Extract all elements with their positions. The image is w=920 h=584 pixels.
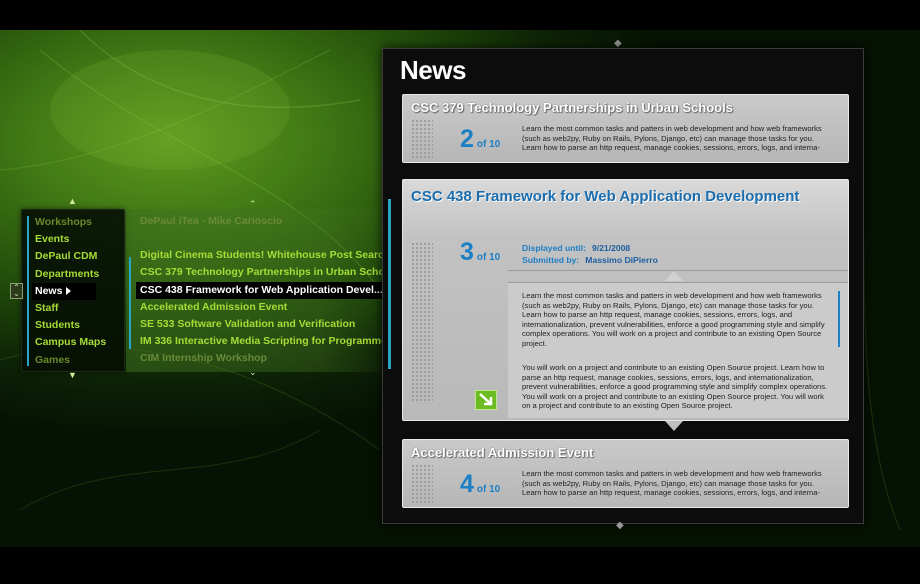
nav-item-label: News — [35, 284, 63, 297]
scroll-toggle-icon[interactable]: ⌃ ⌄ — [10, 283, 23, 299]
card-body[interactable]: Learn the most common tasks and patters … — [508, 282, 848, 418]
card-description: Learn the most common tasks and patters … — [522, 124, 822, 153]
caret-down-icon[interactable]: ▼ — [68, 371, 77, 380]
card-paragraph: You will work on a project and contribut… — [522, 363, 828, 411]
submitted-value: Massimo DiPierro — [585, 254, 658, 265]
dot-pattern — [411, 464, 433, 504]
nav-item-depaul-cdm[interactable]: DePaul CDM — [35, 248, 125, 265]
list-item-label: Digital Cinema Students! Whitehouse Post… — [140, 249, 386, 262]
chevron-right-icon — [66, 286, 72, 295]
nav-item-label: Departments — [35, 267, 100, 280]
list-item[interactable]: IM 336 Interactive Media Scripting for P… — [140, 333, 386, 350]
nav-item-campus-maps[interactable]: Campus Maps — [35, 334, 125, 351]
card-counter: 2 of 10 — [460, 125, 500, 154]
card-paragraph: Learn the most common tasks and patters … — [522, 291, 825, 348]
nav-item-departments[interactable]: Departments — [35, 266, 125, 283]
list-item[interactable]: CIM Internship Workshop — [140, 350, 386, 367]
list-item-label: CSC 379 Technology Partnerships in Urban… — [140, 266, 386, 279]
nav-item-label: Events — [35, 233, 70, 246]
nav-item-staff[interactable]: Staff — [35, 300, 125, 317]
caret-up-icon[interactable]: ▲ — [68, 197, 77, 206]
list-item-label: DePaul iTea - Mike Carioscio — [140, 215, 283, 227]
pointer-down-icon — [665, 421, 683, 431]
card-index: 2 — [460, 125, 474, 153]
pointer-up-icon — [665, 271, 683, 281]
main-navigation: Workshops Events DePaul CDM Departments … — [21, 209, 125, 372]
card-title: CSC 379 Technology Partnerships in Urban… — [411, 100, 733, 115]
list-item-label: CSC 438 Framework for Web Application De… — [140, 283, 382, 296]
letterbox-bottom — [0, 547, 920, 584]
nav-item-workshops[interactable]: Workshops — [35, 214, 125, 231]
caret-down-icon[interactable]: ◆ — [616, 520, 624, 531]
card-index: 4 — [460, 470, 474, 498]
scrollbar[interactable] — [838, 291, 840, 347]
displayed-value: 9/21/2008 — [591, 243, 631, 253]
news-card[interactable]: Accelerated Admission Event 4 of 10 Learn… — [402, 439, 849, 508]
news-list-panel: DePaul iTea - Mike Carioscio Digital Cin… — [126, 209, 386, 372]
caret-up-icon[interactable]: ⌃ — [249, 200, 257, 209]
list-item-label: IM 336 Interactive Media Scripting for P… — [140, 335, 386, 348]
nav-item-label: Campus Maps — [35, 336, 107, 349]
dot-pattern — [411, 242, 433, 402]
card-of-label: of 10 — [476, 252, 501, 263]
list-item[interactable]: DePaul iTea - Mike Carioscio — [140, 213, 386, 230]
nav-item-games[interactable]: Games — [35, 352, 125, 369]
list-item[interactable]: SE 533 Software Validation and Verificat… — [140, 316, 386, 333]
news-card[interactable]: CSC 379 Technology Partnerships in Urban… — [402, 94, 849, 163]
submitted-label: Submitted by: — [522, 254, 580, 265]
caret-up-icon[interactable]: ◆ — [614, 38, 628, 49]
nav-item-label: Staff — [35, 301, 59, 314]
list-scroll-indicator — [129, 257, 131, 349]
news-card-expanded[interactable]: CSC 438 Framework for Web Application De… — [402, 179, 849, 421]
list-item-selected[interactable]: CSC 438 Framework for Web Application De… — [136, 281, 382, 299]
nav-item-label: Workshops — [35, 216, 92, 228]
letterbox-top — [0, 0, 920, 30]
card-counter: 3 of 10 — [460, 238, 500, 267]
arrow-expand-icon[interactable] — [475, 390, 497, 410]
nav-item-label: Games — [35, 353, 71, 366]
list-item-label: Accelerated Admission Event — [140, 300, 288, 313]
caret-down-icon[interactable]: ⌄ — [249, 368, 257, 377]
card-meta: Displayed until: 9/21/2008 Submitted by: M… — [522, 243, 658, 266]
list-item[interactable]: CSC 379 Technology Partnerships in Urban… — [140, 264, 386, 281]
card-counter: 4 of 10 — [460, 470, 500, 499]
page-title: News — [400, 55, 466, 85]
nav-scroll-indicator — [27, 216, 29, 366]
nav-item-news[interactable]: News — [32, 282, 96, 300]
displayed-label: Displayed until: — [522, 243, 586, 253]
list-item-label: SE 533 Software Validation and Verificat… — [140, 317, 356, 330]
nav-item-label: DePaul CDM — [35, 250, 98, 263]
nav-item-label: Students — [35, 319, 80, 332]
card-of-label: of 10 — [476, 139, 501, 150]
news-panel: News CSC 379 Technology Partnerships in … — [382, 48, 864, 524]
card-description: Learn the most common tasks and patters … — [522, 469, 822, 498]
card-title: Accelerated Admission Event — [411, 445, 594, 460]
card-of-label: of 10 — [476, 484, 501, 495]
panel-accent — [388, 199, 391, 369]
dot-pattern — [411, 119, 433, 159]
nav-item-events[interactable]: Events — [35, 231, 125, 248]
nav-item-students[interactable]: Students — [35, 317, 125, 334]
card-index: 3 — [460, 238, 474, 266]
card-title: CSC 438 Framework for Web Application De… — [411, 188, 800, 205]
list-item[interactable]: Accelerated Admission Event — [140, 299, 386, 316]
list-item[interactable]: Digital Cinema Students! Whitehouse Post… — [140, 247, 386, 264]
list-item-label: CIM Internship Workshop — [140, 352, 267, 365]
